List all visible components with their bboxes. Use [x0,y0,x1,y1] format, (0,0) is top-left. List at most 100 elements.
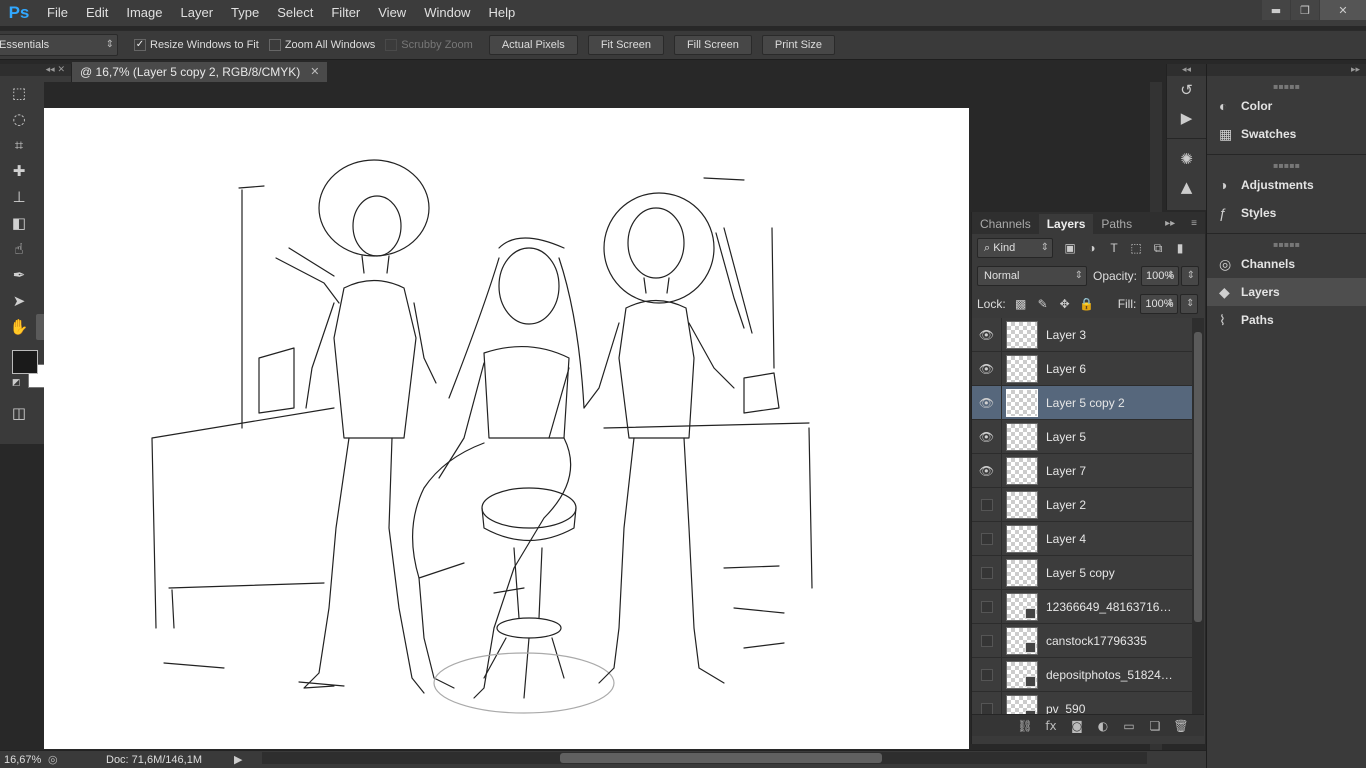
filter-pixel-icon[interactable]: ▣ [1059,241,1081,255]
filter-adjustment-icon[interactable]: ◑ [1081,241,1103,255]
empty-visibility-box[interactable] [980,532,993,545]
filter-type-icon[interactable]: T [1103,241,1125,255]
smudge-tool-icon[interactable]: ☝ [2,236,36,262]
new-adjustment-icon[interactable]: ◐ [1090,719,1116,733]
tab-paths[interactable]: Paths [1093,214,1140,234]
layer-row[interactable]: 12366649_4816371686... [972,589,1192,624]
layer-name[interactable]: Layer 7 [1046,464,1176,478]
layer-name[interactable]: Layer 5 [1046,430,1176,444]
menu-select[interactable]: Select [268,0,322,26]
link-layers-icon[interactable]: ⛓ [1012,719,1038,733]
checkbox-box[interactable] [268,39,281,51]
print-size-button[interactable]: Print Size [761,35,835,55]
layer-name[interactable]: Layer 5 copy [1046,566,1176,580]
menu-help[interactable]: Help [479,0,524,26]
new-layer-icon[interactable]: ❏ [1142,719,1168,733]
visibility-toggle[interactable] [972,589,1002,624]
filter-toggle-icon[interactable]: ▮ [1169,241,1191,255]
visibility-toggle[interactable] [972,691,1002,714]
fit-screen-button[interactable]: Fit Screen [587,35,664,55]
status-menu-arrow-icon[interactable]: ▶ [234,753,242,766]
layer-row[interactable]: Layer 5 copy [972,555,1192,590]
adjustments-panel-button[interactable]: ◑ Adjustments [1207,171,1366,199]
layer-name[interactable]: Layer 6 [1046,362,1176,376]
layer-row[interactable]: 👁 Layer 7 [972,453,1192,488]
layers-panel-button[interactable]: ◆ Layers [1207,278,1366,306]
layer-row[interactable]: canstock17796335 [972,623,1192,658]
canvas[interactable] [44,108,969,749]
actual-pixels-button[interactable]: Actual Pixels [488,35,578,55]
styles-panel-button[interactable]: ƒ Styles [1207,199,1366,227]
add-mask-icon[interactable]: ◙ [1064,719,1090,733]
new-group-icon[interactable]: ▭ [1116,719,1142,733]
marquee-tool-icon[interactable]: ⬚ [2,80,36,106]
opacity-slider-button[interactable] [1181,266,1200,286]
delete-layer-icon[interactable]: 🗑 [1168,719,1194,733]
visibility-toggle[interactable] [972,487,1002,522]
default-colors-icon[interactable]: ◩ [12,378,21,388]
hand-tool-icon[interactable]: ✋ [2,314,36,340]
eye-icon[interactable]: 👁 [972,351,1002,386]
foreground-color-swatch[interactable] [12,350,38,374]
zoom-all-windows-checkbox[interactable]: Zoom All Windows [268,39,375,51]
eye-icon[interactable]: 👁 [972,453,1002,488]
layer-row[interactable]: depositphotos_518244... [972,657,1192,692]
tab-channels[interactable]: Channels [972,214,1039,234]
checkbox-box[interactable]: ✓ [134,39,146,51]
healing-brush-tool-icon[interactable]: ✚ [2,158,36,184]
fill-slider-button[interactable] [1180,294,1199,314]
filter-shape-icon[interactable]: ⬚ [1125,241,1147,255]
empty-visibility-box[interactable] [980,668,993,681]
swatches-panel-button[interactable]: ▦ Swatches [1207,120,1366,148]
minimize-button[interactable]: ▬ [1262,0,1290,20]
layer-name[interactable]: canstock17796335 [1046,634,1176,648]
empty-visibility-box[interactable] [980,634,993,647]
tab-layers[interactable]: Layers [1038,214,1094,234]
opacity-field[interactable]: 100% [1141,266,1180,286]
layer-list-scroll-thumb[interactable] [1194,332,1202,622]
lock-transparent-icon[interactable]: ▩ [1010,297,1032,311]
collapse-tabs-icon[interactable]: ▸▸ [1157,214,1183,234]
filter-kind-select[interactable]: ⌕ Kind [977,238,1053,258]
visibility-toggle[interactable] [972,555,1002,590]
panel-menu-icon[interactable]: ≡ [1183,214,1205,234]
color-panel-button[interactable]: ◐ Color [1207,92,1366,120]
lasso-tool-icon[interactable]: ◌ [2,106,36,132]
layer-name[interactable]: 12366649_4816371686... [1046,600,1176,614]
layer-row[interactable]: 👁 Layer 5 [972,419,1192,454]
collapse-dock-icon[interactable]: ▸▸ [1207,64,1366,76]
status-info-icon[interactable]: ◎ [48,753,66,766]
panel-grip[interactable]: ▪▪▪▪▪ [1207,82,1366,92]
filter-smart-object-icon[interactable]: ⧉ [1147,241,1169,256]
lock-all-icon[interactable]: 🔒 [1076,297,1098,311]
collapse-panel-icon[interactable]: ◂◂ ✕ [0,64,71,76]
paths-panel-button[interactable]: ⌇ Paths [1207,306,1366,334]
layer-row[interactable]: Layer 2 [972,487,1192,522]
menu-layer[interactable]: Layer [172,0,223,26]
empty-visibility-box[interactable] [980,498,993,511]
document-tab[interactable]: @ 16,7% (Layer 5 copy 2, RGB/8/CMYK) ✕ [72,62,328,82]
adjust-icon[interactable]: ✺ [1167,145,1206,173]
expand-dock-icon[interactable]: ◂◂ [1167,64,1206,76]
layer-row[interactable]: 👁 Layer 3 [972,318,1192,352]
fill-field[interactable]: 100% [1140,294,1179,314]
blend-mode-select[interactable]: Normal [977,266,1087,286]
eye-icon[interactable]: 👁 [972,419,1002,454]
eraser-tool-icon[interactable]: ◧ [2,210,36,236]
path-selection-tool-icon[interactable]: ➤ [2,288,36,314]
close-window-button[interactable]: ✕ [1320,0,1366,20]
eye-icon[interactable]: 👁 [972,318,1002,352]
eye-icon[interactable]: 👁 [972,385,1002,420]
lock-pixels-icon[interactable]: ✎ [1032,297,1054,311]
layer-row[interactable]: 👁 Layer 5 copy 2 [972,385,1192,420]
layer-row[interactable]: 👁 Layer 6 [972,351,1192,386]
visibility-toggle[interactable] [972,657,1002,692]
layer-style-icon[interactable]: fx [1038,719,1064,733]
actions-icon[interactable]: ▶ [1167,104,1206,132]
panel-grip[interactable]: ▪▪▪▪▪ [1207,161,1366,171]
empty-visibility-box[interactable] [980,702,993,714]
empty-visibility-box[interactable] [980,566,993,579]
workspace-switcher[interactable]: Essentials [0,34,118,56]
layer-name[interactable]: depositphotos_518244... [1046,668,1176,682]
restore-button[interactable]: ❐ [1291,0,1319,20]
